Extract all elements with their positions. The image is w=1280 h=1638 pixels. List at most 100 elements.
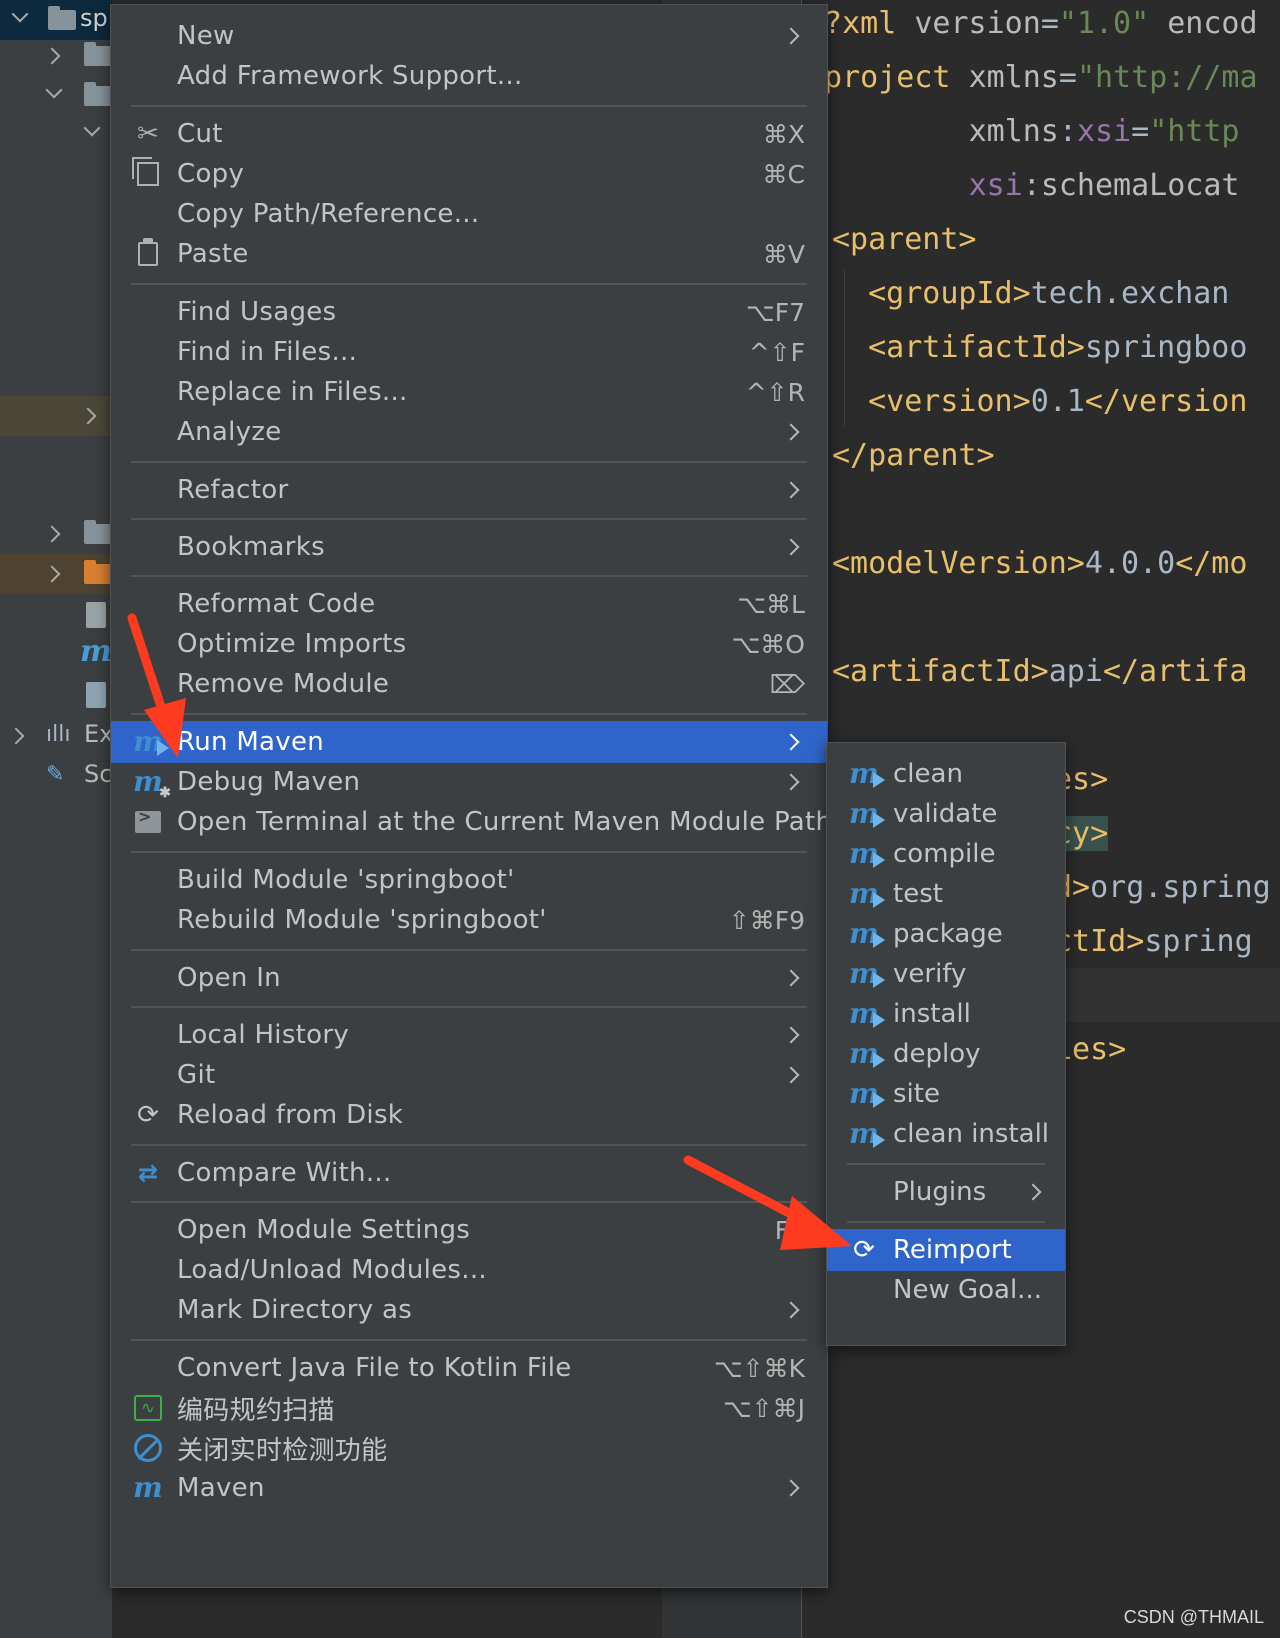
menu-item-optimize-imports[interactable]: Optimize Imports ⌥⌘O (111, 623, 827, 665)
menu-item-paste[interactable]: Paste ⌘V (111, 233, 827, 275)
menu-item-find-in-files[interactable]: Find in Files... ^⇧F (111, 331, 827, 373)
menu-item-build-module-springboot[interactable]: Build Module 'springboot' (111, 859, 827, 901)
tree-row[interactable] (0, 596, 112, 636)
menu-item-label: Run Maven (177, 727, 325, 757)
excluded-folder-icon (84, 560, 112, 584)
menu-item-compare-with[interactable]: ⇄ Compare With... (111, 1152, 827, 1194)
tree-row[interactable]: m (0, 634, 112, 676)
indent-guide (844, 270, 845, 426)
project-tree: sp m ıllı Ex ✎ Sc (0, 0, 112, 1638)
menu-item-open-module-settings[interactable]: Open Module Settings F4 (111, 1209, 827, 1251)
maven-goal-install[interactable]: m install (827, 993, 1065, 1035)
tree-row[interactable] (0, 114, 112, 154)
menu-separator (131, 1339, 807, 1341)
chevron-right-icon (782, 27, 800, 45)
menu-item-refactor[interactable]: Refactor (111, 469, 827, 511)
tree-row[interactable] (0, 514, 112, 554)
menu-item-shortcut: ⌥⌘O (731, 629, 806, 659)
maven-goal-verify[interactable]: m verify (827, 953, 1065, 995)
menu-item-add-framework-support[interactable]: Add Framework Support... (111, 55, 827, 97)
menu-item-reload-from-disk[interactable]: ⟳ Reload from Disk (111, 1094, 827, 1136)
maven-goal-icon: m (849, 957, 885, 990)
maven-goal-compile[interactable]: m compile (827, 833, 1065, 875)
code-line: <groupId>tech.exchan (832, 274, 1229, 314)
menu-item-run-maven[interactable]: m Run Maven (111, 721, 827, 763)
paste-icon (138, 238, 158, 266)
menu-item-replace-in-files[interactable]: Replace in Files... ^⇧R (111, 371, 827, 413)
tree-row[interactable] (0, 396, 112, 436)
menu-item-local-history[interactable]: Local History (111, 1014, 827, 1056)
menu-item-maven[interactable]: m Maven (111, 1467, 827, 1509)
menu-item-reformat-code[interactable]: Reformat Code ⌥⌘L (111, 583, 827, 625)
menu-item-analyze[interactable]: Analyze (111, 411, 827, 453)
menu-item-shortcut: ⌘C (762, 159, 805, 189)
menu-item-load-unload-modules[interactable]: Load/Unload Modules... (111, 1249, 827, 1291)
maven-goal-icon: m (849, 1037, 885, 1070)
menu-separator (131, 1144, 807, 1146)
chevron-right-icon[interactable] (79, 407, 97, 425)
tree-row[interactable] (0, 554, 112, 594)
maven-goal-validate[interactable]: m validate (827, 793, 1065, 835)
menu-item-remove-module[interactable]: Remove Module ⌦ (111, 663, 827, 705)
maven-goal-clean-install[interactable]: m clean install (827, 1113, 1065, 1155)
watermark: CSDN @THMAIL (1123, 1607, 1264, 1627)
chevron-right-icon[interactable] (43, 525, 61, 543)
tree-row-external-libraries[interactable]: ıllı Ex (0, 716, 112, 756)
menu-icon-slot: ⟳ (849, 1235, 879, 1265)
reload-icon: ⟳ (137, 1100, 159, 1130)
menu-item-convert-java-file-to-kotlin-file[interactable]: Convert Java File to Kotlin File ⌥⇧⌘K (111, 1347, 827, 1389)
menu-item-copy-path-reference[interactable]: Copy Path/Reference... (111, 193, 827, 235)
maven-goal-new-goal[interactable]: New Goal... (827, 1269, 1065, 1311)
chevron-right-icon[interactable] (7, 727, 25, 745)
chevron-down-icon[interactable] (83, 119, 101, 137)
file-icon (86, 602, 106, 628)
maven-goal-deploy[interactable]: m deploy (827, 1033, 1065, 1075)
code-token: 4.0.0 (1084, 546, 1176, 581)
chevron-right-icon[interactable] (43, 47, 61, 65)
menu-item-label: Load/Unload Modules... (177, 1255, 487, 1285)
run-maven-submenu: m clean m validate m compile m test m package m ver… (826, 742, 1066, 1346)
tree-row-scratches[interactable]: ✎ Sc (0, 756, 112, 796)
code-token: <artifactId> (832, 330, 1085, 365)
menu-item-cut[interactable]: ✂ Cut ⌘X (111, 113, 827, 155)
tree-row[interactable] (0, 76, 112, 116)
code-token: </mo (1175, 546, 1248, 581)
chevron-right-icon[interactable] (43, 565, 61, 583)
code-token: xsi (968, 168, 1023, 203)
menu-item-rebuild-module-springboot[interactable]: Rebuild Module 'springboot' ⇧⌘F9 (111, 899, 827, 941)
maven-goal-reimport[interactable]: ⟳ Reimport (827, 1229, 1065, 1271)
menu-separator (131, 949, 807, 951)
context-menu: New Add Framework Support... ✂ Cut ⌘X Copy ⌘C C… (110, 4, 832, 1588)
submenu-item-label: site (893, 1079, 940, 1109)
menu-separator (131, 518, 807, 520)
menu-separator (131, 461, 807, 463)
tree-scratches-label: Sc (84, 760, 112, 788)
tree-row-root[interactable]: sp (0, 0, 112, 40)
menu-item-new[interactable]: New (111, 15, 827, 57)
tree-row[interactable] (0, 676, 112, 716)
menu-icon-slot: m (849, 957, 885, 990)
maven-file-icon: m (80, 634, 112, 669)
menu-item-copy[interactable]: Copy ⌘C (111, 153, 827, 195)
menu-item-item-29[interactable]: ∿ 编码规约扫描 ⌥⇧⌘J (111, 1387, 827, 1429)
menu-item-debug-maven[interactable]: mDebug Maven (111, 761, 827, 803)
menu-item-item-30[interactable]: 关闭实时检测功能 (111, 1427, 827, 1469)
maven-goal-site[interactable]: m site (827, 1073, 1065, 1115)
menu-item-open-in[interactable]: Open In (111, 957, 827, 999)
menu-icon-slot: m (849, 799, 885, 829)
menu-item-git[interactable]: Git (111, 1054, 827, 1096)
menu-item-find-usages[interactable]: Find Usages ⌥F7 (111, 291, 827, 333)
maven-goal-clean[interactable]: m clean (827, 753, 1065, 795)
menu-item-mark-directory-as[interactable]: Mark Directory as (111, 1289, 827, 1331)
menu-separator (131, 283, 807, 285)
menu-item-open-terminal-at-the-current-maven-module-path[interactable]: Open Terminal at the Current Maven Modul… (111, 801, 832, 843)
tree-row[interactable] (0, 36, 112, 76)
menu-item-bookmarks[interactable]: Bookmarks (111, 526, 827, 568)
maven-goal-plugins[interactable]: Plugins (827, 1171, 1065, 1213)
maven-goal-package[interactable]: m package (827, 913, 1065, 955)
scratches-icon: ✎ (46, 762, 65, 787)
chevron-down-icon[interactable] (11, 5, 29, 23)
chevron-down-icon[interactable] (45, 81, 63, 99)
maven-goal-test[interactable]: m test (827, 873, 1065, 915)
code-line: <?xml version="1.0" encod (806, 4, 1258, 44)
